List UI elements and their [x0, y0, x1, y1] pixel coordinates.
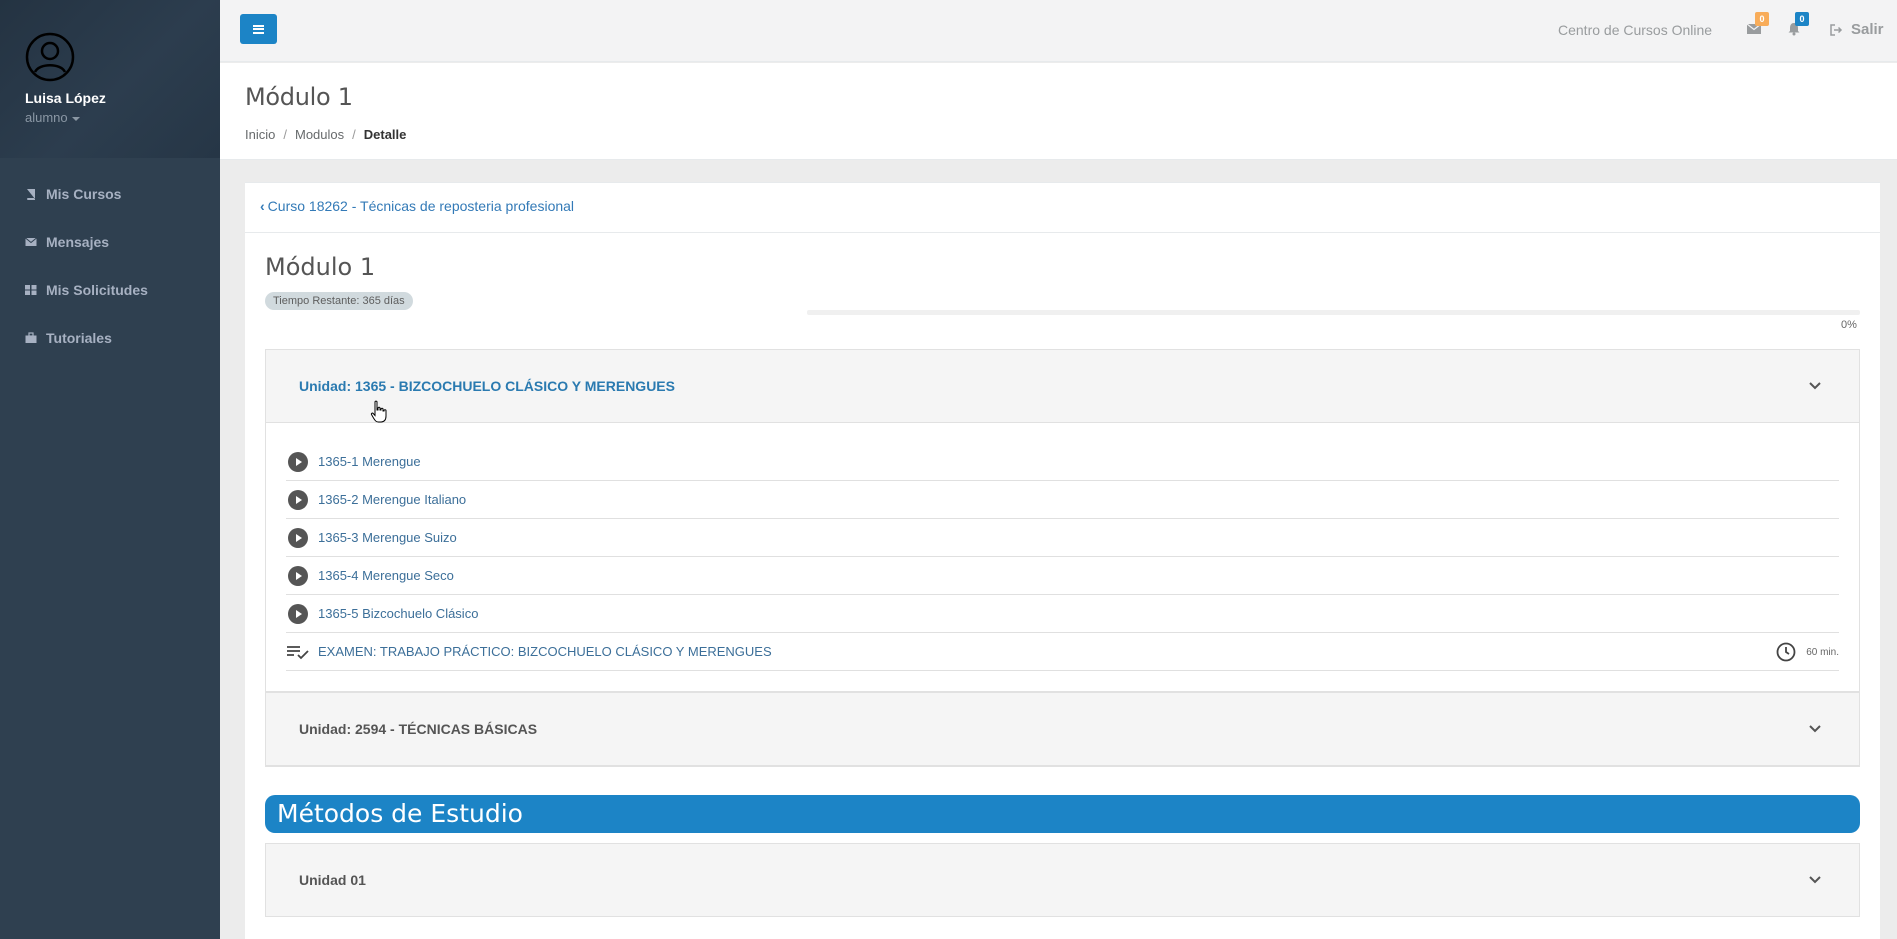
exam-label: EXAMEN: TRABAJO PRÁCTICO: BIZCOCHUELO CL…	[318, 644, 772, 659]
breadcrumb-detalle: Detalle	[363, 127, 407, 142]
study-methods-header: Métodos de Estudio	[265, 795, 1860, 833]
unit-title: Unidad: 2594 - TÉCNICAS BÁSICAS	[299, 721, 538, 737]
unit-panel: Unidad: 1365 - BIZCOCHUELO CLÁSICO Y MER…	[265, 349, 1860, 692]
messages-count-badge: 0	[1755, 12, 1769, 26]
envelope-icon	[25, 237, 37, 246]
breadcrumb-separator: /	[283, 127, 287, 142]
logout-link[interactable]: Salir	[1830, 21, 1884, 38]
sidebar-item-mis-solicitudes[interactable]: Mis Solicitudes	[0, 266, 220, 314]
lesson-item[interactable]: 1365-3 Merengue Suizo	[286, 519, 1839, 557]
user-role-label: alumno	[25, 110, 68, 125]
user-profile: Luisa López alumno	[0, 0, 220, 158]
play-circle-icon	[288, 527, 308, 548]
notifications-button[interactable]: 0	[1787, 12, 1809, 41]
user-avatar-icon[interactable]	[25, 32, 75, 82]
sign-out-icon	[1830, 23, 1843, 36]
sidebar: Luisa López alumno Mis Cursos Mensajes M…	[0, 0, 220, 939]
lesson-label: 1365-3 Merengue Suizo	[318, 530, 457, 545]
sidebar-item-tutoriales[interactable]: Tutoriales	[0, 314, 220, 362]
play-circle-icon	[288, 489, 308, 510]
breadcrumb-inicio[interactable]: Inicio	[245, 127, 275, 142]
exam-duration-label: 60 min.	[1806, 646, 1839, 658]
logout-label: Salir	[1851, 21, 1884, 38]
sidebar-item-mensajes[interactable]: Mensajes	[0, 218, 220, 266]
checklist-icon	[287, 645, 309, 659]
unit-title: Unidad: 1365 - BIZCOCHUELO CLÁSICO Y MER…	[299, 378, 675, 394]
chevron-down-icon	[1809, 725, 1821, 733]
course-back-link-label: Curso 18262 - Técnicas de reposteria pro…	[267, 198, 575, 214]
chevron-left-icon: ‹	[260, 198, 265, 214]
panel-body-spacer	[266, 671, 1859, 691]
page-heading: Módulo 1 Inicio / Modulos / Detalle	[220, 63, 1897, 160]
breadcrumb: Inicio / Modulos / Detalle	[245, 127, 1897, 142]
lesson-item[interactable]: 1365-4 Merengue Seco	[286, 557, 1839, 595]
time-remaining-badge: Tiempo Restante: 365 días	[265, 292, 413, 310]
sidebar-item-label: Tutoriales	[46, 330, 112, 346]
clock-icon	[1776, 642, 1796, 662]
lesson-list: 1365-1 Merengue 1365-2 Merengue Italiano…	[266, 423, 1859, 671]
exam-duration: 60 min.	[1776, 642, 1839, 662]
unit-panel-heading[interactable]: Unidad: 2594 - TÉCNICAS BÁSICAS	[266, 693, 1859, 766]
notifications-count-badge: 0	[1795, 12, 1809, 26]
study-method-panel-heading[interactable]: Unidad 01	[266, 844, 1859, 917]
unit-panel-heading[interactable]: Unidad: 1365 - BIZCOCHUELO CLÁSICO Y MER…	[266, 350, 1859, 423]
exam-item[interactable]: EXAMEN: TRABAJO PRÁCTICO: BIZCOCHUELO CL…	[286, 633, 1839, 671]
sidebar-toggle-button[interactable]	[240, 14, 277, 44]
lesson-label: 1365-5 Bizcochuelo Clásico	[318, 606, 479, 621]
sidebar-nav: Mis Cursos Mensajes Mis Solicitudes Tuto…	[0, 170, 220, 362]
chevron-down-icon	[1809, 382, 1821, 390]
lesson-label: 1365-2 Merengue Italiano	[318, 492, 467, 507]
lesson-item[interactable]: 1365-5 Bizcochuelo Clásico	[286, 595, 1839, 633]
briefcase-icon	[25, 332, 37, 343]
sidebar-item-label: Mis Solicitudes	[46, 282, 148, 298]
breadcrumb-modulos[interactable]: Modulos	[295, 127, 344, 142]
play-circle-icon	[288, 565, 308, 586]
chevron-down-icon	[1809, 876, 1821, 884]
module-detail-box: ‹ Curso 18262 - Técnicas de reposteria pr…	[245, 182, 1880, 939]
study-method-unit-title: Unidad 01	[299, 872, 366, 888]
unit-panel: Unidad: 2594 - TÉCNICAS BÁSICAS	[265, 692, 1860, 767]
lesson-label: 1365-1 Merengue	[318, 454, 421, 469]
user-role-dropdown[interactable]: alumno	[25, 110, 220, 125]
hand-pointer-cursor-icon	[370, 400, 387, 423]
lesson-item[interactable]: 1365-1 Merengue	[286, 443, 1839, 481]
course-back-header: ‹ Curso 18262 - Técnicas de reposteria pr…	[245, 183, 1880, 233]
module-progress-bar	[807, 310, 1860, 315]
top-navbar: Centro de Cursos Online 0 0 Salir	[220, 0, 1897, 62]
module-title: Módulo 1	[265, 253, 376, 281]
sidebar-item-label: Mis Cursos	[46, 186, 122, 202]
site-title: Centro de Cursos Online	[1558, 22, 1713, 38]
module-progress-label: 0%	[1841, 319, 1857, 331]
breadcrumb-separator: /	[352, 127, 356, 142]
hamburger-icon	[253, 24, 264, 34]
play-circle-icon	[288, 603, 308, 624]
grid-icon	[25, 285, 37, 295]
sidebar-item-label: Mensajes	[46, 234, 110, 250]
caret-down-icon	[71, 116, 80, 121]
play-circle-icon	[288, 451, 308, 472]
user-name: Luisa López	[25, 90, 106, 106]
study-method-panel: Unidad 01	[265, 843, 1860, 917]
sidebar-item-mis-cursos[interactable]: Mis Cursos	[0, 170, 220, 218]
lesson-label: 1365-4 Merengue Seco	[318, 568, 454, 583]
course-back-link[interactable]: ‹ Curso 18262 - Técnicas de reposteria pr…	[260, 198, 574, 214]
lesson-item[interactable]: 1365-2 Merengue Italiano	[286, 481, 1839, 519]
book-icon	[27, 189, 35, 200]
page-title: Módulo 1	[245, 83, 353, 111]
messages-button[interactable]: 0	[1746, 12, 1769, 40]
